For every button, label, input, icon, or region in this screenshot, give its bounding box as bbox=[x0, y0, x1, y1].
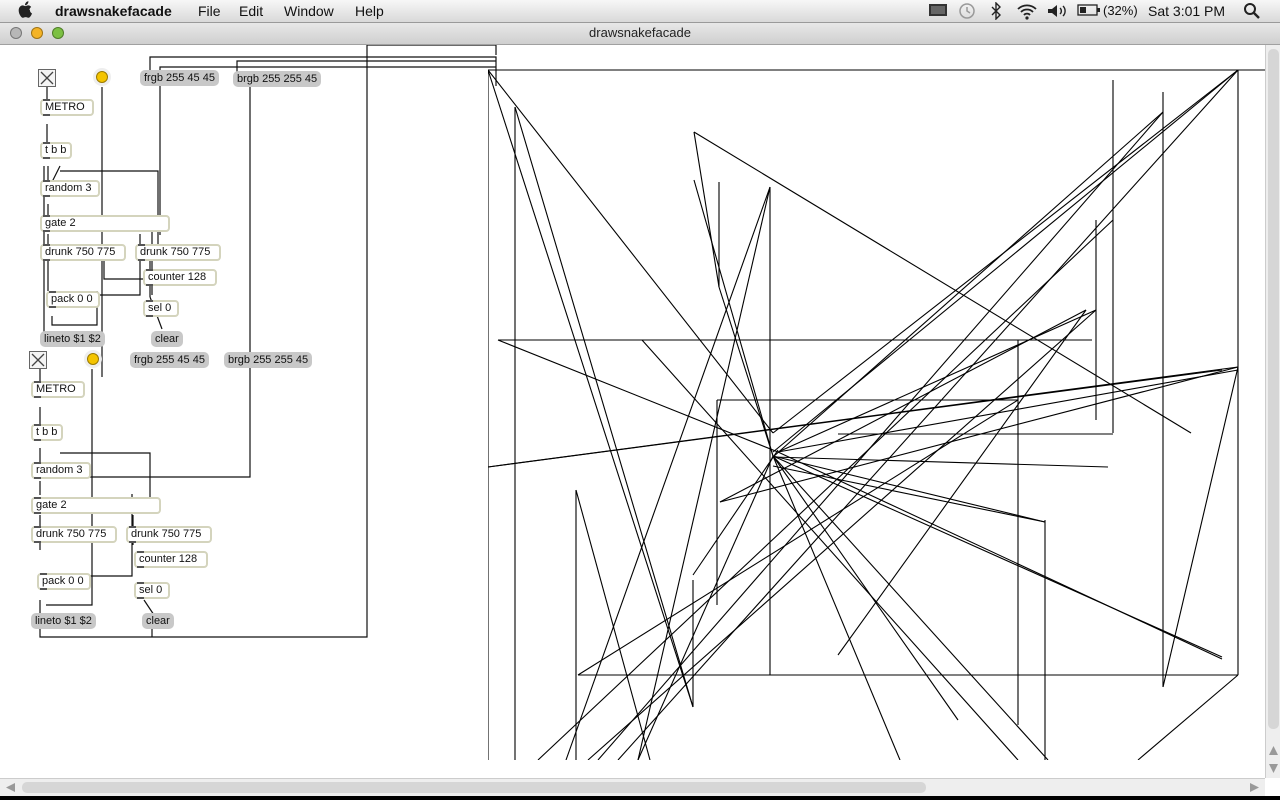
sel-object-top[interactable]: sel 0 bbox=[143, 300, 179, 317]
bluetooth-icon[interactable] bbox=[990, 1, 1002, 24]
drunk-object-bottom-right[interactable]: drunk 750 775 bbox=[126, 526, 212, 543]
window-title: drawsnakefacade bbox=[589, 25, 691, 40]
volume-icon[interactable] bbox=[1046, 2, 1068, 24]
clock[interactable]: Sat 3:01 PM bbox=[1148, 2, 1225, 20]
drunk-object-top-right[interactable]: drunk 750 775 bbox=[135, 244, 221, 261]
battery-icon[interactable] bbox=[1077, 3, 1101, 21]
brgb-message-bottom[interactable]: brgb 255 255 45 bbox=[224, 352, 313, 368]
wifi-icon[interactable] bbox=[1016, 2, 1038, 24]
lcd-drawing-canvas[interactable] bbox=[488, 50, 1265, 760]
pack-object-bottom[interactable]: pack 0 0 bbox=[37, 573, 91, 590]
apple-menu-icon[interactable] bbox=[18, 1, 32, 21]
menu-edit[interactable]: Edit bbox=[239, 2, 263, 20]
clear-message-top[interactable]: clear bbox=[151, 331, 183, 347]
menu-window[interactable]: Window bbox=[284, 2, 334, 20]
drunk-object-top-left[interactable]: drunk 750 775 bbox=[40, 244, 126, 261]
lineto-message-bottom[interactable]: lineto $1 $2 bbox=[31, 613, 96, 629]
clear-message-bottom[interactable]: clear bbox=[142, 613, 174, 629]
menu-file[interactable]: File bbox=[198, 2, 221, 20]
lineto-message-top[interactable]: lineto $1 $2 bbox=[40, 331, 105, 347]
menu-help[interactable]: Help bbox=[355, 2, 384, 20]
trigger-object-bottom[interactable]: t b b bbox=[31, 424, 63, 441]
counter-object-bottom[interactable]: counter 128 bbox=[134, 551, 208, 568]
brgb-message-top[interactable]: brgb 255 255 45 bbox=[233, 71, 322, 87]
metro-object-bottom[interactable]: METRO bbox=[31, 381, 85, 398]
pack-object-top[interactable]: pack 0 0 bbox=[46, 291, 100, 308]
bang-top[interactable] bbox=[93, 68, 111, 86]
app-menu[interactable]: drawsnakefacade bbox=[55, 2, 172, 20]
toggle-top[interactable] bbox=[38, 69, 56, 87]
patcher-window: drawsnakefacade frgb 255 45 45 brgb 255 … bbox=[0, 23, 1280, 797]
random-object-bottom[interactable]: random 3 bbox=[31, 462, 91, 479]
gate-object-bottom[interactable]: gate 2 bbox=[31, 497, 161, 514]
horizontal-scrollbar[interactable] bbox=[0, 778, 1265, 797]
random-object-top[interactable]: random 3 bbox=[40, 180, 100, 197]
title-bar[interactable]: drawsnakefacade bbox=[0, 23, 1280, 45]
patcher-canvas[interactable]: frgb 255 45 45 brgb 255 255 45 METRO t b… bbox=[0, 45, 1265, 778]
display-icon[interactable] bbox=[928, 3, 948, 22]
gate-object-top[interactable]: gate 2 bbox=[40, 215, 170, 232]
frgb-message-bottom[interactable]: frgb 255 45 45 bbox=[130, 352, 209, 368]
time-machine-icon[interactable] bbox=[958, 2, 976, 24]
spotlight-search-icon[interactable] bbox=[1243, 2, 1261, 24]
drunk-object-bottom-left[interactable]: drunk 750 775 bbox=[31, 526, 117, 543]
vertical-scrollbar[interactable] bbox=[1265, 45, 1280, 778]
dock-edge bbox=[0, 796, 1280, 800]
battery-percentage: (32%) bbox=[1103, 3, 1138, 18]
sel-object-bottom[interactable]: sel 0 bbox=[134, 582, 170, 599]
frgb-message-top[interactable]: frgb 255 45 45 bbox=[140, 70, 219, 86]
menu-bar: drawsnakefacade File Edit Window Help (3… bbox=[0, 0, 1280, 23]
counter-object-top[interactable]: counter 128 bbox=[143, 269, 217, 286]
toggle-bottom[interactable] bbox=[29, 351, 47, 369]
bang-bottom[interactable] bbox=[84, 350, 102, 368]
trigger-object-top[interactable]: t b b bbox=[40, 142, 72, 159]
metro-object-top[interactable]: METRO bbox=[40, 99, 94, 116]
